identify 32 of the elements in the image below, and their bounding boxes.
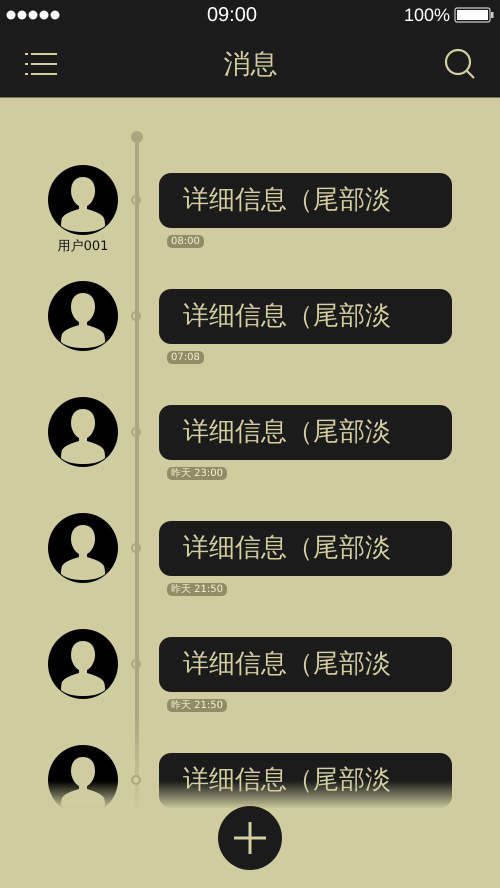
timeline-dot (131, 543, 141, 553)
message-bubble[interactable]: 详细信息（尾部淡 (159, 289, 452, 344)
search-icon[interactable] (444, 48, 476, 80)
timeline-start-dot (131, 131, 143, 143)
message-bubble[interactable]: 详细信息（尾部淡 (159, 521, 452, 576)
avatar-icon (48, 513, 118, 583)
message-time: 07:08 (167, 351, 204, 364)
message-bubble[interactable]: 详细信息（尾部淡 (159, 405, 452, 460)
page-title: 消息 (224, 48, 278, 82)
timeline-dot (131, 311, 141, 321)
message-bubble[interactable]: 详细信息（尾部淡 (159, 173, 452, 228)
timeline-dot (131, 195, 141, 205)
battery-percent: 100% (404, 4, 450, 26)
message-bubble[interactable]: 详细信息（尾部淡 (159, 753, 452, 808)
avatar-icon (48, 629, 118, 699)
timeline-dot (131, 775, 141, 785)
battery-icon (454, 7, 494, 23)
message-time: 昨天 21:50 (167, 583, 227, 596)
message-time: 08:00 (167, 235, 204, 248)
timeline-dot (131, 427, 141, 437)
message-time: 昨天 21:50 (167, 699, 227, 712)
status-time: 09:00 (206, 4, 257, 26)
avatar-icon (48, 397, 118, 467)
timeline-dot (131, 659, 141, 669)
plus-icon (234, 822, 266, 854)
user-name: 用户001 (58, 238, 108, 255)
menu-icon[interactable] (25, 50, 57, 76)
signal-icon (6, 10, 60, 20)
avatar-icon (48, 281, 118, 351)
message-time: 昨天 23:00 (167, 467, 227, 480)
avatar-icon (48, 165, 118, 235)
message-bubble[interactable]: 详细信息（尾部淡 (159, 637, 452, 692)
